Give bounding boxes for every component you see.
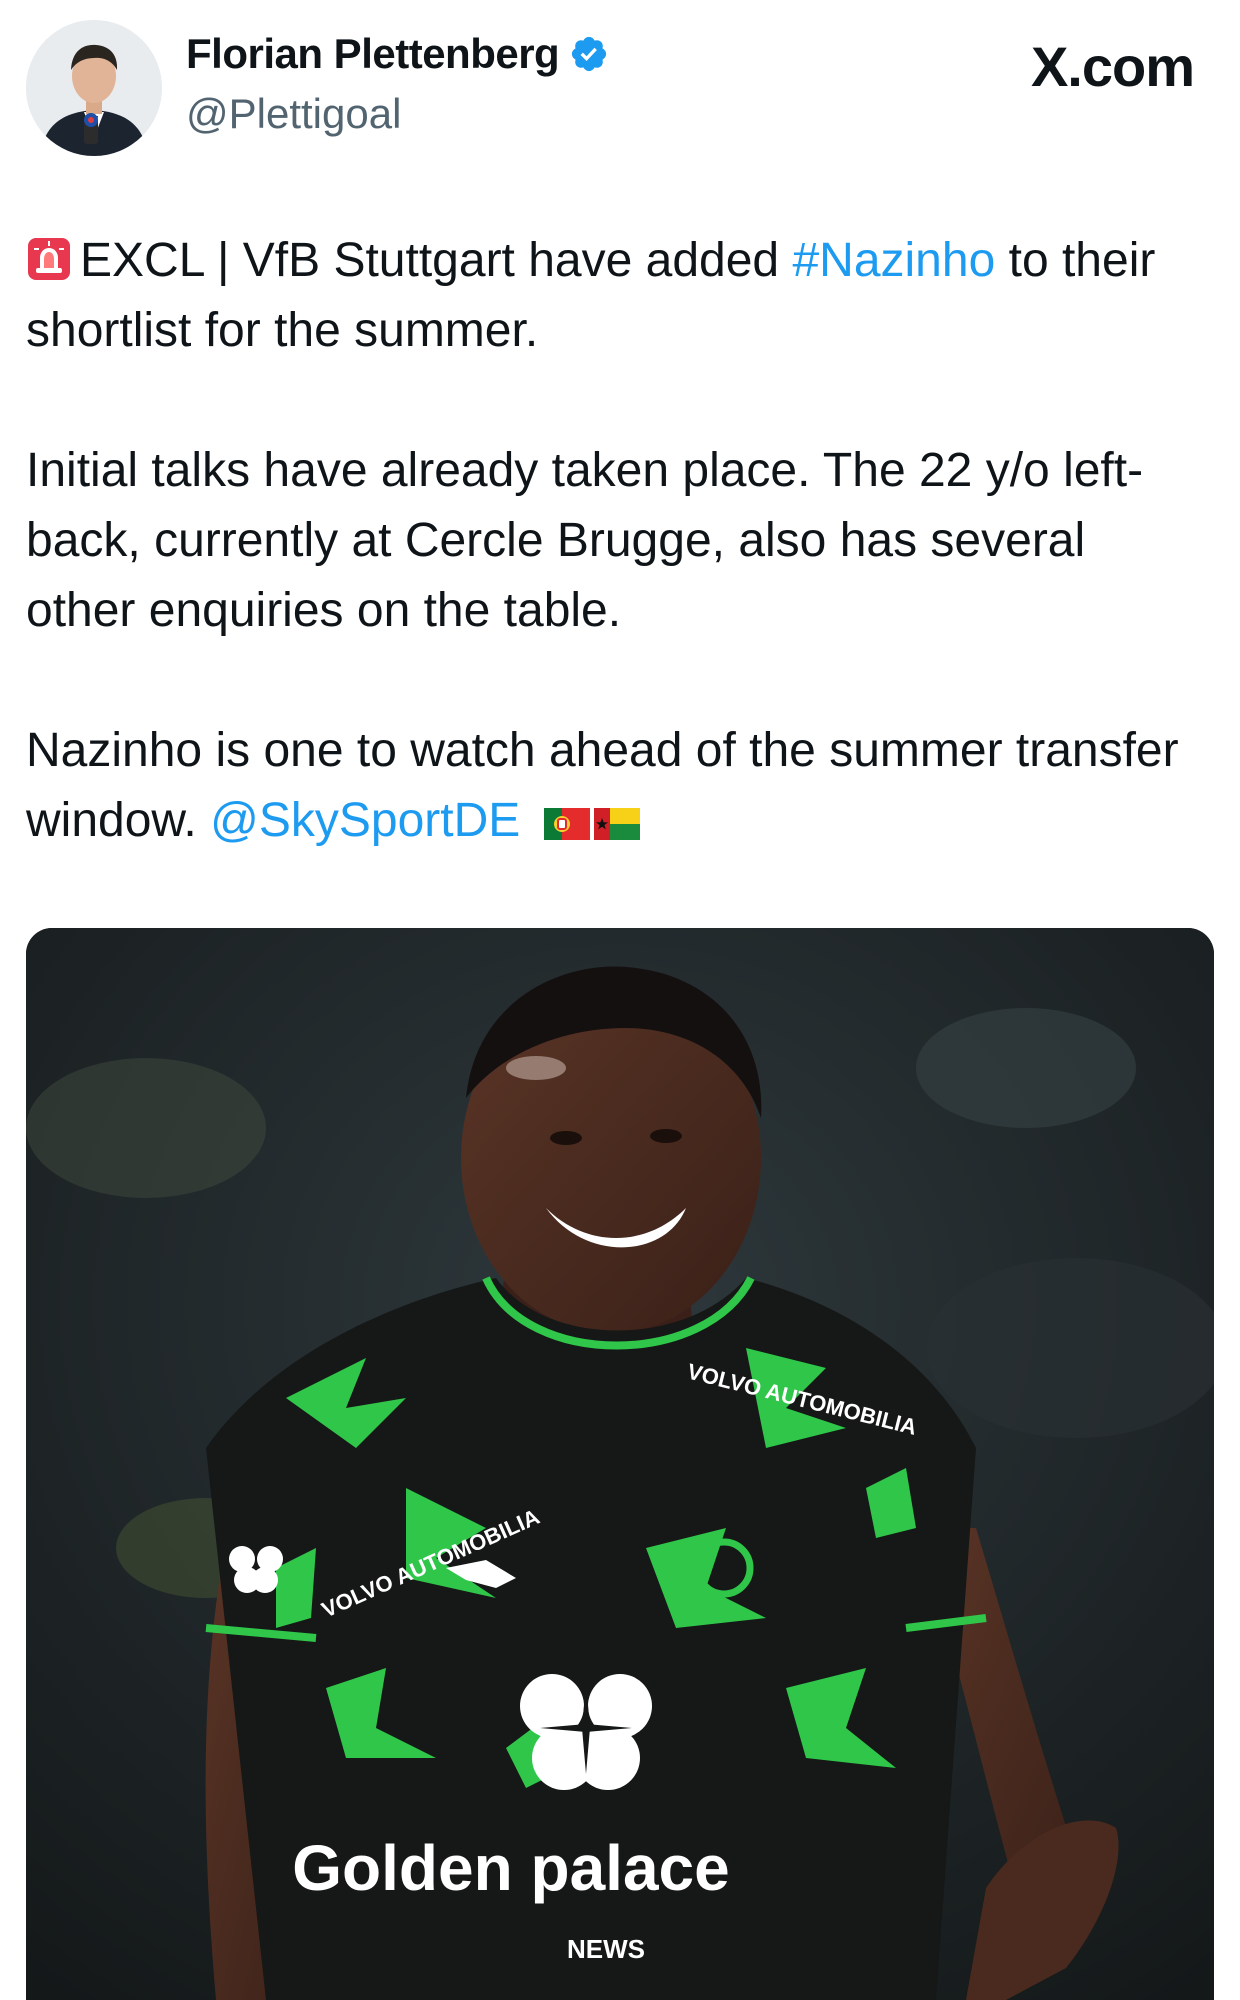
author-avatar[interactable]	[26, 20, 162, 156]
tweet-paragraph-3: Nazinho is one to watch ahead of the sum…	[26, 716, 1206, 856]
mention-link-skysportde[interactable]: @SkySportDE	[210, 794, 520, 847]
person-avatar-icon	[26, 20, 162, 156]
tweet-header: Florian Plettenberg @Plettigoal X.com	[0, 0, 1240, 170]
siren-emoji-icon	[28, 238, 70, 280]
flag-emojis	[544, 808, 641, 840]
author-handle[interactable]: @Plettigoal	[186, 90, 401, 138]
tweet-paragraph-1: EXCL | VfB Stuttgart have added #Nazinho…	[26, 226, 1206, 366]
hashtag-link-nazinho[interactable]: #Nazinho	[792, 234, 995, 287]
portugal-flag-icon	[544, 808, 591, 840]
author-name[interactable]: Florian Plettenberg	[186, 30, 609, 78]
tweet-text: EXCL | VfB Stuttgart have added #Nazinho…	[26, 226, 1206, 856]
football-player-photo: Golden palace VOLVO AUTOMOBILIA VOLVO AU…	[26, 928, 1214, 2000]
shirt-sponsor-text: Golden palace	[292, 1832, 729, 1904]
guinea-bissau-flag-icon	[594, 808, 641, 840]
tweet-text-line1-prefix: EXCL | VfB Stuttgart have added	[80, 234, 793, 287]
author-name-text[interactable]: Florian Plettenberg	[186, 30, 560, 78]
tweet-media-photo[interactable]: Golden palace VOLVO AUTOMOBILIA VOLVO AU…	[26, 928, 1214, 2000]
verified-badge-icon	[572, 36, 607, 72]
shirt-news-text: NEWS	[567, 1934, 645, 1964]
clover-sponsor-logo	[520, 1674, 652, 1790]
tweet-paragraph-2: Initial talks have already taken place. …	[26, 444, 1144, 637]
site-logo-xcom[interactable]: X.com	[1031, 34, 1195, 99]
